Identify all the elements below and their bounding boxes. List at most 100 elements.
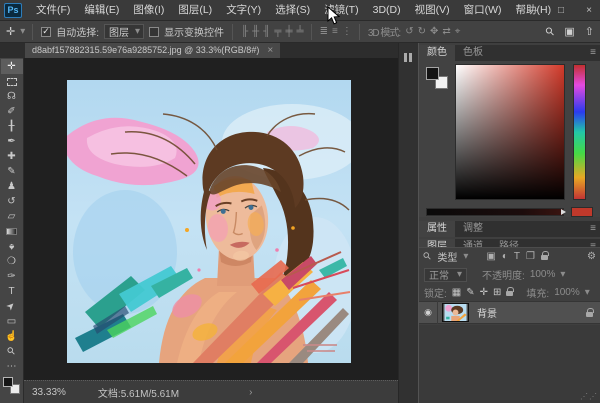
filter-shape-layers-icon[interactable]: ❐ [526,251,535,262]
3d-rotate-icon[interactable]: ↺ [405,26,412,37]
lock-all-icon[interactable] [506,291,513,296]
layer-row-background[interactable]: ◉ 背景 [419,301,600,324]
show-transform-checkbox[interactable] [149,27,159,37]
opacity-value[interactable]: 100% [530,269,556,280]
layer-visibility-eye-icon[interactable]: ◉ [419,301,438,324]
tool-preset-chevron-icon[interactable]: ▾ [20,26,24,37]
tool-brush[interactable]: ✎ [1,164,23,179]
3d-roll-icon[interactable]: ↻ [418,26,425,37]
tool-path-selection[interactable]: ➤ [1,299,23,314]
auto-select-target-dropdown[interactable]: 图层 ▾ [104,24,144,39]
align-bottom-edges-icon[interactable]: ╧ [297,26,303,37]
tab-swatches[interactable]: 色板 [455,45,491,61]
search-icon[interactable]: ⚲ [543,24,558,39]
foreground-background-swatches[interactable] [3,377,20,394]
distribute-centers-icon[interactable]: ≡ [332,26,337,37]
lock-artboard-icon[interactable]: ⊞ [493,287,501,298]
foreground-color-swatch[interactable] [3,377,13,387]
tool-healing-brush[interactable]: ✚ [1,149,23,164]
align-h-centers-icon[interactable]: ╫ [252,26,258,37]
color-panel-body [419,61,600,207]
layer-thumbnail[interactable] [442,303,469,322]
distribute-horizontal-icon[interactable]: ⋮ [342,26,351,37]
align-top-edges-icon[interactable]: ╤ [274,26,280,37]
tool-move[interactable]: ✛ [1,59,23,74]
lock-transparent-pixels-icon[interactable]: ▦ [452,287,461,298]
tool-eraser[interactable]: ▱ [1,209,23,224]
tool-dodge[interactable]: ❍ [1,254,23,269]
panel-color-swatches[interactable] [426,67,448,89]
tool-eyedropper[interactable]: ✒ [1,134,23,149]
tool-type[interactable]: T [1,284,23,299]
tool-lasso[interactable]: ☊ [1,89,23,104]
menu-image[interactable]: 图像(I) [126,0,171,21]
layers-list-empty-area[interactable] [419,325,600,403]
menu-layer[interactable]: 图层(L) [171,0,219,21]
tool-pen[interactable]: ✑ [1,269,23,284]
tab-close-icon[interactable]: × [267,43,273,58]
filter-adjustment-layers-icon[interactable]: ◐ [502,251,508,262]
menu-select[interactable]: 选择(S) [268,0,317,21]
filter-smart-objects-icon[interactable] [541,255,548,260]
fill-value[interactable]: 100% [554,287,580,298]
tool-rectangle[interactable]: ▭ [1,314,23,329]
3d-slide-icon[interactable]: ⇄ [442,26,449,37]
artwork-image[interactable] [67,80,351,363]
tab-color[interactable]: 颜色 [419,45,455,61]
tool-quick-selection[interactable]: ✐ [1,104,23,119]
hue-slider[interactable] [573,64,586,200]
align-v-centers-icon[interactable]: ╪ [285,26,291,37]
align-right-edges-icon[interactable]: ╢ [263,26,269,37]
collapsed-panel-icon[interactable] [404,53,412,62]
tool-history-brush[interactable]: ↺ [1,194,23,209]
panel-menu-icon[interactable]: ≡ [590,45,596,61]
color-ramp[interactable] [426,208,564,216]
menu-file[interactable]: 文件(F) [29,0,77,21]
layer-name[interactable]: 背景 [477,305,497,320]
panel-menu-icon[interactable]: ≡ [590,221,596,237]
tool-hand[interactable]: ☝ [1,329,23,344]
tool-gradient[interactable] [1,224,23,239]
ramp-marker-icon[interactable] [561,209,566,215]
lock-image-pixels-icon[interactable]: ✎ [466,287,474,298]
tool-rectangular-marquee[interactable] [1,74,23,89]
panel-resize-grip[interactable]: ⋰⋰ [580,392,598,401]
tool-clone-stamp[interactable]: ♟ [1,179,23,194]
tool-more[interactable]: ⋯ [1,359,23,374]
tool-blur[interactable]: ♠ [1,239,23,254]
canvas-area[interactable] [24,58,398,380]
filter-type-layers-icon[interactable]: T [514,251,520,262]
workspace-switcher-icon[interactable]: ▣ [564,25,574,38]
tab-adjustments[interactable]: 调整 [455,221,491,237]
menu-3d[interactable]: 3D(D) [366,0,408,21]
menu-filter[interactable]: 滤镜(T) [317,0,365,21]
tool-crop[interactable]: ╂ [1,119,23,134]
align-left-edges-icon[interactable]: ╟ [241,26,247,37]
document-tab[interactable]: d8abf157882315.59e76a9285752.jpg @ 33.3%… [25,43,280,58]
lock-position-icon[interactable]: ✛ [480,287,488,298]
3d-drag-icon[interactable]: ✥ [430,26,437,37]
close-button[interactable]: × [582,5,596,16]
share-icon[interactable]: ⇧ [585,25,594,38]
menu-view[interactable]: 视图(V) [408,0,457,21]
distribute-vertical-icon[interactable]: ≣ [320,26,327,37]
menu-window[interactable]: 窗口(W) [457,0,509,21]
filter-pixel-layers-icon[interactable]: ▣ [486,251,495,262]
maximize-button[interactable]: □ [554,5,568,16]
3d-scale-icon[interactable]: ⌖ [455,26,460,37]
filter-kind-dropdown[interactable]: 类型 [437,249,457,264]
filter-toggle-gear-icon[interactable]: ⚙ [587,251,596,262]
mouse-cursor [327,6,340,25]
tool-zoom[interactable]: ⚲ [1,344,23,359]
panel-foreground-swatch[interactable] [426,67,439,80]
zoom-level-field[interactable]: 33.33% [32,387,66,398]
auto-select-checkbox[interactable] [41,27,51,37]
tab-properties[interactable]: 属性 [419,221,455,237]
status-options-chevron-icon[interactable]: › [249,387,252,398]
blend-mode-dropdown[interactable]: 正常 ▾ [424,268,467,282]
minimize-button[interactable]: — [526,5,540,16]
saturation-brightness-field[interactable] [455,64,565,200]
menu-edit[interactable]: 编辑(E) [77,0,126,21]
app-logo-icon[interactable]: Ps [4,3,22,18]
menu-type[interactable]: 文字(Y) [219,0,268,21]
